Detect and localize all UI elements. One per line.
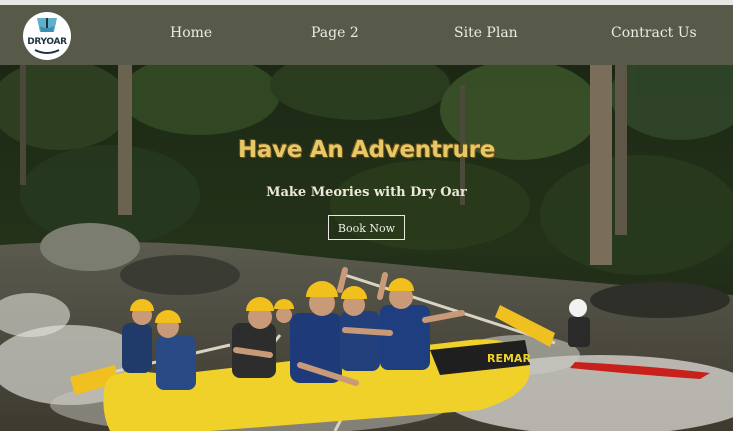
hero-subtitle: Make Meories with Dry Oar: [266, 185, 467, 200]
kayak-icon: [34, 18, 60, 54]
rafting-photo: REMAR: [0, 65, 733, 431]
nav-page-2[interactable]: Page 2: [311, 25, 359, 41]
logo-text: DRYOAR: [27, 37, 67, 47]
nav-home[interactable]: Home: [170, 25, 212, 41]
logo[interactable]: DRYOAR: [23, 12, 71, 60]
book-now-button[interactable]: Book Now: [328, 215, 405, 240]
hero-section: REMAR Have An Adventrure Make Meories wi…: [0, 65, 733, 431]
hero-title: Have An Adventrure: [237, 137, 496, 163]
raft-brand-print: REMAR: [487, 352, 531, 365]
nav-site-plan[interactable]: Site Plan: [454, 25, 518, 41]
nav-contract-us[interactable]: Contract Us: [611, 25, 697, 41]
navbar: DRYOAR Home Page 2 Site Plan Contract Us: [0, 5, 733, 65]
